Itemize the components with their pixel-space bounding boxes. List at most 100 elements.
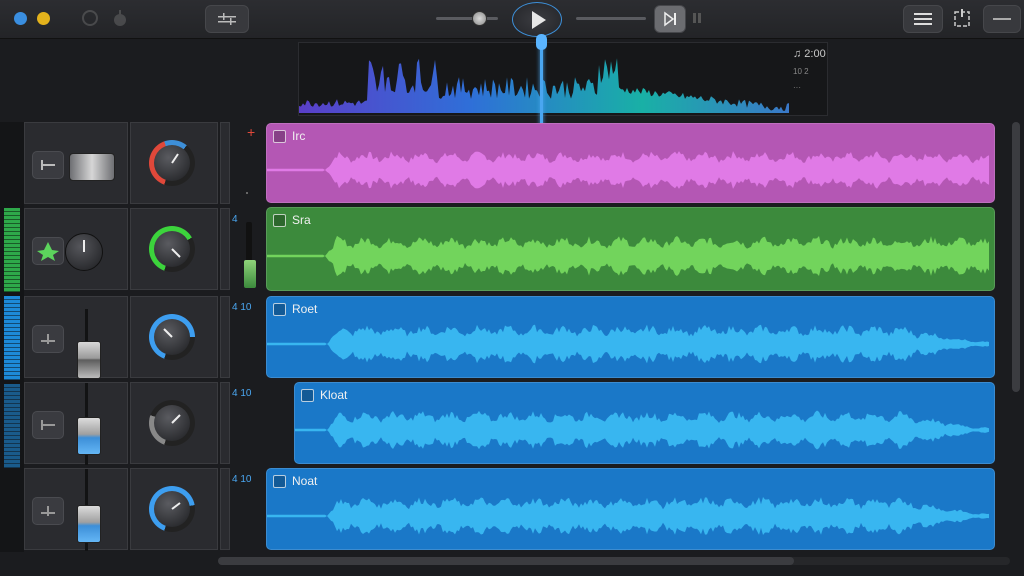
- region-select-checkbox[interactable]: [273, 129, 286, 143]
- region-track-4[interactable]: Kloat: [294, 382, 995, 464]
- play-icon: [532, 10, 546, 29]
- track-number-3: 4 10: [232, 302, 252, 313]
- track-controls-cell: [24, 208, 128, 290]
- region-header: Roet: [273, 301, 317, 317]
- level-meter-column: [0, 122, 24, 552]
- level-meter-track-2: [4, 208, 20, 292]
- region-track-3[interactable]: Roet: [266, 296, 995, 378]
- arrangement-overview[interactable]: ♫ 2:00 10 2 ···: [298, 42, 828, 116]
- volume-fader[interactable]: [77, 417, 101, 455]
- overview-sub-label: 10 2: [793, 67, 809, 76]
- window-close-button[interactable]: [14, 12, 27, 25]
- position-slider[interactable]: [576, 17, 646, 20]
- level-meter-track-3: [4, 296, 20, 380]
- track-divider: [220, 122, 230, 204]
- track-type-icon[interactable]: [32, 151, 64, 179]
- pause-icon[interactable]: [692, 12, 702, 24]
- track-controls-cell: [24, 382, 128, 465]
- minus-icon: [993, 18, 1011, 20]
- region-waveform: [267, 497, 989, 535]
- pan-cell: [130, 296, 218, 378]
- track-number-5: 4 10: [232, 474, 252, 485]
- overview-waveform: [299, 58, 789, 113]
- horizontal-scrollbar[interactable]: [218, 557, 794, 565]
- vertical-scrollbar[interactable]: [1012, 122, 1020, 392]
- pan-knob[interactable]: [149, 226, 195, 272]
- region-name: Roet: [292, 302, 318, 316]
- track-controls-cell: [24, 468, 128, 551]
- track-header-panel: [0, 122, 230, 552]
- volume-slider[interactable]: [436, 17, 498, 20]
- track-header-3[interactable]: [24, 296, 230, 380]
- pan-cell: [130, 208, 218, 290]
- skip-end-icon: [664, 11, 676, 27]
- mixer-icon: [218, 13, 236, 25]
- track-divider: [220, 208, 230, 290]
- loop-icon[interactable]: [80, 8, 100, 28]
- window-minimize-button[interactable]: [37, 12, 50, 25]
- region-select-checkbox[interactable]: [273, 213, 286, 227]
- volume-slider-knob[interactable]: [472, 11, 487, 26]
- pan-knob[interactable]: [149, 400, 195, 446]
- region-track-2[interactable]: Sra: [266, 207, 995, 291]
- track-divider: [220, 382, 230, 464]
- track-header-1[interactable]: [24, 122, 230, 206]
- record-enable-icon[interactable]: +: [247, 124, 255, 140]
- playhead-handle[interactable]: [536, 34, 547, 50]
- minimize-panel-button[interactable]: [983, 5, 1021, 33]
- overview-sub-label-2: ···: [793, 83, 801, 92]
- region-header: Kloat: [301, 387, 347, 403]
- track-controls-cell: [24, 122, 128, 204]
- region-name: Kloat: [320, 388, 348, 402]
- track-type-icon[interactable]: [32, 325, 64, 353]
- track-number-4: 4 10: [232, 388, 252, 399]
- track-number-2: 4: [232, 214, 238, 225]
- region-waveform: [295, 410, 989, 450]
- instrument-icon[interactable]: [32, 237, 64, 265]
- region-select-checkbox[interactable]: [273, 474, 286, 488]
- region-select-checkbox[interactable]: [301, 388, 314, 402]
- track-type-icon[interactable]: [32, 497, 64, 525]
- region-name: Sra: [292, 213, 311, 227]
- level-meter-track-4: [4, 384, 20, 468]
- play-button[interactable]: [512, 2, 562, 37]
- list-button[interactable]: [903, 5, 943, 33]
- pan-cell: [130, 382, 218, 464]
- volume-fader[interactable]: [77, 341, 101, 379]
- track-2-level[interactable]: [244, 260, 256, 288]
- toolbar: [0, 0, 1024, 39]
- go-to-end-button[interactable]: [654, 5, 686, 33]
- volume-knob[interactable]: [65, 233, 103, 271]
- track-divider: [220, 468, 230, 550]
- track-header-2[interactable]: [24, 208, 230, 292]
- track-type-icon[interactable]: [32, 411, 64, 439]
- track-header-4[interactable]: [24, 382, 230, 466]
- track-settings-icon[interactable]: [951, 8, 973, 30]
- pan-knob[interactable]: [149, 314, 195, 360]
- region-waveform: [267, 151, 989, 189]
- track-header-5[interactable]: [24, 468, 230, 552]
- pan-knob[interactable]: [149, 486, 195, 532]
- time-readout: ♫ 2:00: [793, 48, 826, 60]
- mixer-button[interactable]: [205, 5, 249, 33]
- pan-cell: [130, 468, 218, 550]
- region-name: Noat: [292, 474, 318, 488]
- list-icon: [914, 13, 932, 25]
- region-track-1[interactable]: Irc: [266, 123, 995, 203]
- volume-knob-horizontal[interactable]: [69, 153, 115, 181]
- region-waveform: [267, 235, 989, 277]
- metronome-icon[interactable]: [110, 8, 130, 28]
- track-number-column: [232, 122, 264, 552]
- track-divider: [220, 296, 230, 378]
- region-waveform: [267, 324, 989, 364]
- volume-fader[interactable]: [77, 505, 101, 543]
- region-header: Sra: [273, 212, 311, 228]
- region-header: Noat: [273, 473, 317, 489]
- region-select-checkbox[interactable]: [273, 302, 286, 316]
- region-name: Irc: [292, 129, 306, 143]
- pan-cell: [130, 122, 218, 204]
- track-controls-cell: [24, 296, 128, 379]
- region-header: Irc: [273, 128, 305, 144]
- region-track-5[interactable]: Noat: [266, 468, 995, 550]
- pan-knob[interactable]: [149, 140, 195, 186]
